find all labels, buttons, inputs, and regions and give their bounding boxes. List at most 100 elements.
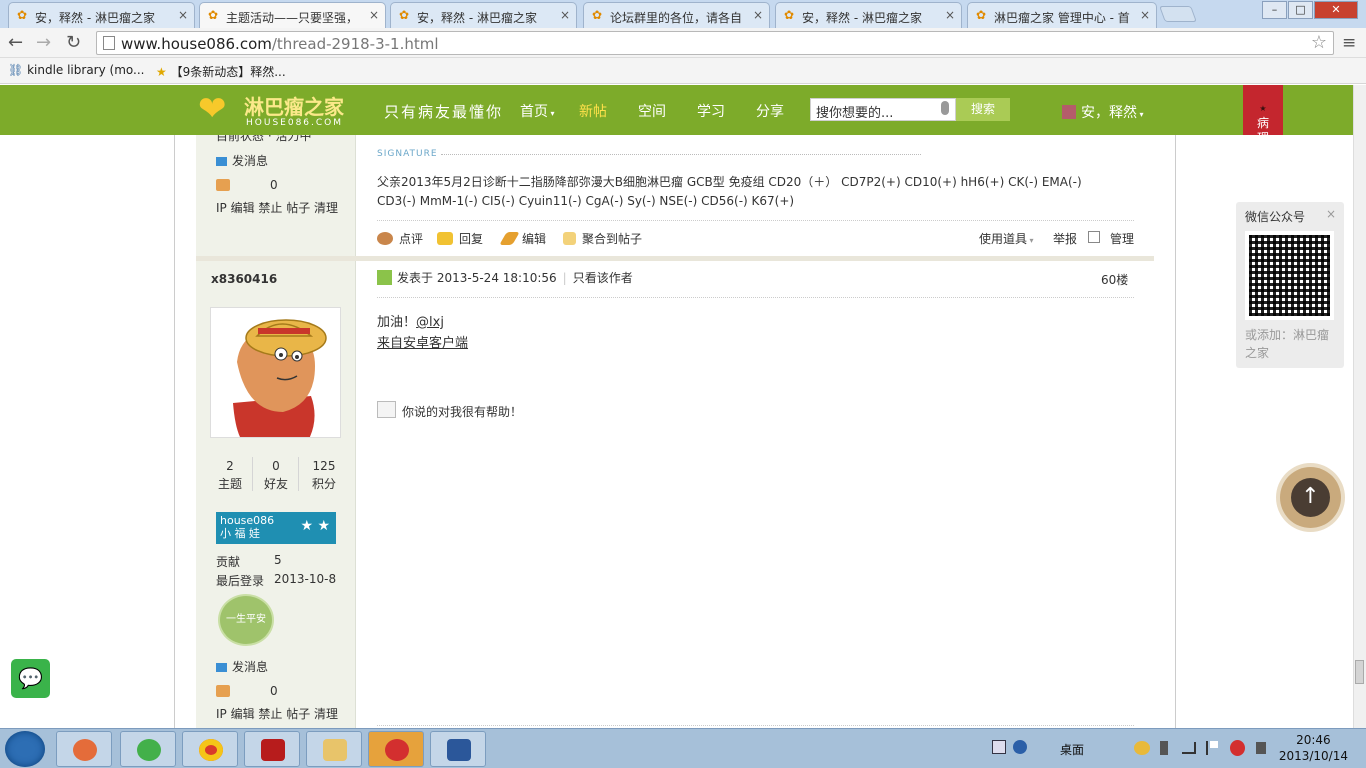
tab-close-icon[interactable]: × xyxy=(369,8,379,22)
tab-close-icon[interactable]: × xyxy=(1140,8,1150,22)
nav-home[interactable]: 首页 ▾ xyxy=(520,101,555,121)
browser-tab[interactable]: ✿ 论坛群里的各位，请各自 × xyxy=(583,2,770,28)
ribbon-star-icon: ★ xyxy=(1259,104,1267,113)
author-avatar[interactable] xyxy=(210,307,341,438)
edit-button[interactable]: 编辑 xyxy=(499,230,546,247)
volume-icon[interactable] xyxy=(1256,742,1266,754)
back-to-top-button[interactable]: ↑ xyxy=(1280,467,1341,528)
envelope-icon xyxy=(216,663,227,672)
logo-name: 淋巴瘤之家 xyxy=(244,95,344,119)
clock-time: 20:46 xyxy=(1296,733,1331,747)
forward-arrow-icon[interactable]: → xyxy=(36,33,51,53)
tab-label: 安，释然 - 淋巴瘤之家 xyxy=(802,11,922,25)
taskbar-chrome[interactable] xyxy=(182,731,238,767)
menu-icon[interactable]: ≡ xyxy=(1342,33,1356,53)
browser-tab[interactable]: ✿ 淋巴瘤之家 管理中心 - 首 × xyxy=(967,2,1157,28)
topics-stat[interactable]: 2 主题 xyxy=(210,457,250,493)
chevron-down-icon: ▾ xyxy=(548,109,555,118)
nav-share[interactable]: 分享 xyxy=(756,101,784,121)
bookmarks-bar: ⛓ kindle library (mo... ★ 【9条新动态】释然... xyxy=(0,58,1366,84)
bookmark-star-icon[interactable]: ☆ xyxy=(1311,32,1327,53)
clock[interactable]: 20:46 2013/10/14 xyxy=(1279,732,1348,764)
report-link[interactable]: 举报 xyxy=(1053,230,1077,247)
reply-button[interactable]: 回复 xyxy=(437,230,483,247)
nav-space[interactable]: 空间 xyxy=(638,101,666,121)
bookmark-item[interactable]: ⛓ kindle library (mo... xyxy=(8,63,144,77)
browser-tab-active[interactable]: ✿ 主题活动——只要坚强， × xyxy=(199,2,386,28)
maximize-button[interactable]: □ xyxy=(1288,1,1313,19)
wechat-float-icon[interactable]: 💬 xyxy=(11,659,50,698)
word-icon xyxy=(447,739,471,761)
start-button[interactable] xyxy=(5,731,45,767)
tab-close-icon[interactable]: × xyxy=(753,8,763,22)
medal-icon[interactable]: 一生平安 xyxy=(218,594,274,646)
contrib-value: 5 xyxy=(274,553,282,567)
tray-icon[interactable] xyxy=(1134,741,1150,755)
up-arrow-icon: ↑ xyxy=(1291,478,1330,517)
nav-new-posts[interactable]: 新帖 xyxy=(579,101,607,121)
reload-icon[interactable]: ↻ xyxy=(66,33,81,53)
signature-text: 父亲2013年5月2日诊断十二指肠降部弥漫大B细胞淋巴瘤 GCB型 免疫组 CD… xyxy=(377,175,1082,208)
post-meta: 发表于 2013-5-24 18:10:56 | 只看该作者 xyxy=(377,269,633,286)
like-count[interactable]: 0 xyxy=(216,684,278,698)
microphone-icon[interactable] xyxy=(941,101,949,115)
document-icon xyxy=(563,232,576,245)
site-slogan: 只有病友最懂你 xyxy=(384,103,504,121)
taskbar-app[interactable] xyxy=(120,731,176,767)
browser-tab[interactable]: ✿ 安，释然 - 淋巴瘤之家 × xyxy=(775,2,962,28)
android-client-link[interactable]: 来自安卓客户端 xyxy=(377,332,468,351)
taskbar-app[interactable] xyxy=(368,731,424,767)
user-menu[interactable]: 安，释然 ▾ xyxy=(1062,102,1144,122)
send-message-link[interactable]: 发消息 xyxy=(216,658,268,675)
battery-icon[interactable] xyxy=(1160,741,1168,755)
mention-link[interactable]: @lxj xyxy=(416,315,444,330)
taskbar-app[interactable] xyxy=(306,731,362,767)
use-tools-menu[interactable]: 使用道具 ▾ xyxy=(979,230,1034,247)
divider xyxy=(377,220,1134,221)
admin-links[interactable]: IP 编辑 禁止 帖子 清理 xyxy=(216,705,338,722)
window-close-button[interactable]: ✕ xyxy=(1314,1,1358,19)
minimize-button[interactable]: – xyxy=(1262,1,1287,19)
back-arrow-icon[interactable]: ← xyxy=(8,33,23,53)
tab-close-icon[interactable]: × xyxy=(945,8,955,22)
browser-tab[interactable]: ✿ 安，释然 - 淋巴瘤之家 × xyxy=(8,2,195,28)
last-login-label: 最后登录 xyxy=(216,574,265,588)
tab-close-icon[interactable]: × xyxy=(560,8,570,22)
tray-icon[interactable] xyxy=(992,740,1006,754)
close-icon[interactable]: × xyxy=(1326,207,1336,221)
scrollbar-thumb[interactable] xyxy=(1355,660,1364,684)
aggregate-button[interactable]: 聚合到帖子 xyxy=(563,230,642,247)
flag-icon[interactable] xyxy=(1206,741,1218,755)
search-input[interactable]: 搜你想要的... xyxy=(810,98,956,121)
message-text: 加油！ xyxy=(377,315,417,330)
qr-code xyxy=(1245,231,1334,320)
like-count[interactable]: 0 xyxy=(216,178,278,192)
tab-close-icon[interactable]: × xyxy=(178,8,188,22)
only-author-link[interactable]: 只看该作者 xyxy=(573,271,633,285)
scrollbar[interactable] xyxy=(1353,85,1366,728)
desktop-toolbar[interactable]: 桌面 xyxy=(1060,741,1084,758)
search-button[interactable]: 搜索 xyxy=(956,98,1010,121)
new-tab-button[interactable] xyxy=(1159,6,1197,22)
url-input[interactable]: www.house086.com/thread-2918-3-1.html ☆ xyxy=(96,31,1334,55)
author-name[interactable]: x8360416 xyxy=(211,272,277,286)
nav-learn[interactable]: 学习 xyxy=(697,101,725,121)
help-icon[interactable] xyxy=(1013,740,1027,754)
friends-stat[interactable]: 0 好友 xyxy=(256,457,296,493)
taskbar-app[interactable] xyxy=(244,731,300,767)
heart-icon xyxy=(385,739,409,761)
bookmark-item[interactable]: ★ 【9条新动态】释然... xyxy=(156,63,286,80)
posted-time: 2013-5-24 18:10:56 xyxy=(436,271,557,285)
manage-checkbox[interactable] xyxy=(1088,231,1100,243)
network-icon[interactable] xyxy=(1182,742,1196,754)
browser-tab[interactable]: ✿ 安，释然 - 淋巴瘤之家 × xyxy=(390,2,577,28)
admin-links[interactable]: IP 编辑 禁止 帖子 清理 xyxy=(216,199,338,216)
taskbar-app[interactable] xyxy=(56,731,112,767)
send-message-link[interactable]: 发消息 xyxy=(216,152,268,169)
floor-number[interactable]: 60楼 xyxy=(1101,271,1128,288)
post-status-icon xyxy=(377,270,392,285)
points-stat[interactable]: 125 积分 xyxy=(304,457,344,493)
qq-icon[interactable] xyxy=(1230,740,1245,756)
taskbar-app[interactable] xyxy=(430,731,486,767)
comment-button[interactable]: 点评 xyxy=(377,230,423,247)
